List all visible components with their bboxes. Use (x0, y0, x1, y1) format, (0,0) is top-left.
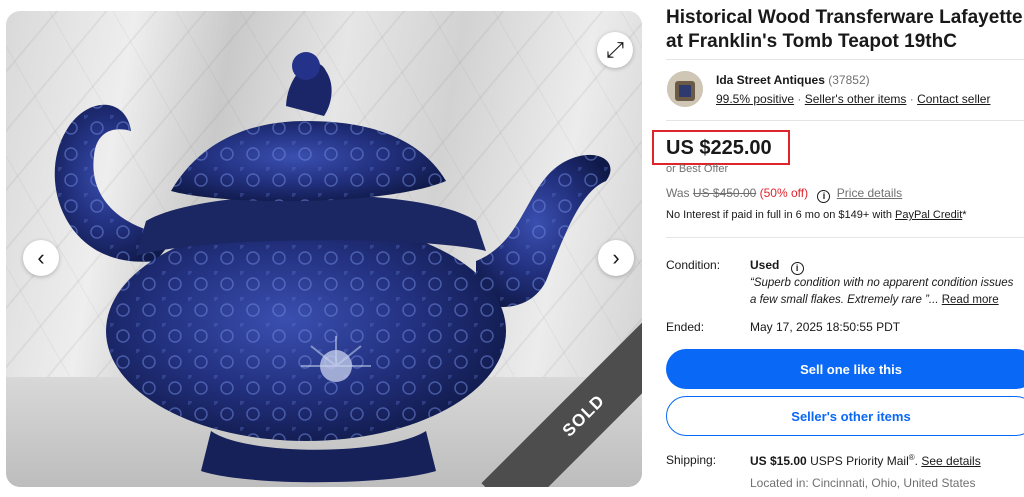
read-more-link[interactable]: Read more (942, 294, 999, 306)
seller-positive-link[interactable]: 99.5% positive (716, 92, 794, 106)
seller-name-text[interactable]: Ida Street Antiques (716, 73, 825, 87)
separator: · (797, 92, 802, 106)
condition-quote-line1: “Superb condition with no apparent condi… (750, 277, 1014, 289)
condition-label: Condition: (666, 258, 721, 272)
separator: · (909, 92, 914, 106)
item-location: Located in: Cincinnati, Ohio, United Sta… (750, 476, 976, 490)
ended-label: Ended: (666, 320, 705, 334)
next-image-button[interactable]: › (598, 240, 634, 276)
best-offer-label: or Best Offer (666, 163, 729, 175)
listing-details: Historical Wood Transferware Lafayette a… (652, 0, 1024, 497)
seller-avatar[interactable] (667, 71, 703, 107)
ended-value: May 17, 2025 18:50:55 PDT (750, 320, 901, 334)
seller-links: 99.5% positive · Seller's other items · … (716, 92, 990, 106)
shipping-see-details-link[interactable]: See details (921, 454, 980, 468)
teapot-image (54, 52, 611, 483)
current-price: US $225.00 (666, 137, 772, 159)
divider (666, 59, 1024, 60)
was-price: US $450.00 (692, 186, 757, 200)
sell-one-like-this-button[interactable]: Sell one like this (666, 349, 1024, 389)
shipping-value: US $15.00 USPS Priority Mail®. See detai… (750, 453, 981, 468)
seller-name[interactable]: Ida Street Antiques (37852) (716, 73, 870, 87)
contact-seller-link[interactable]: Contact seller (917, 92, 990, 106)
condition-description: “Superb condition with no apparent condi… (750, 275, 1024, 309)
seller-avatar-image (667, 71, 703, 107)
seller-other-items-link[interactable]: Seller's other items (805, 92, 907, 106)
shipping-price: US $15.00 (750, 454, 807, 468)
registered-mark: ® (908, 453, 915, 462)
divider (666, 237, 1024, 238)
seller-feedback-count: (37852) (828, 73, 870, 87)
condition-quote-line2: a few small flakes. Extremely rare ”... (750, 294, 939, 306)
condition-value: Used i (750, 258, 807, 275)
was-prefix: Was (666, 186, 690, 200)
shipping-label: Shipping: (666, 453, 717, 467)
condition-value-text: Used (750, 258, 780, 272)
expand-icon[interactable]: ⤢ (597, 32, 633, 68)
was-price-row: Was US $450.00 (50% off) i Price details (666, 186, 902, 203)
sellers-other-items-button[interactable]: Seller's other items (666, 396, 1024, 436)
listing-title: Historical Wood Transferware Lafayette a… (666, 7, 1023, 52)
divider (666, 120, 1024, 121)
condition-quote-line2-row: a few small flakes. Extremely rare ”... … (750, 292, 1024, 309)
paypal-credit-link[interactable]: PayPal Credit (895, 209, 962, 221)
image-gallery[interactable]: ⤢ ‹ › SOLD (6, 11, 642, 487)
financing-note: No Interest if paid in full in 6 mo on $… (666, 209, 967, 221)
info-icon[interactable]: i (790, 262, 804, 275)
previous-image-button[interactable]: ‹ (23, 240, 59, 276)
financing-text: No Interest if paid in full in 6 mo on $… (666, 209, 892, 221)
price-details-link[interactable]: Price details (837, 186, 902, 200)
financing-asterisk: * (962, 209, 967, 221)
info-icon[interactable]: i (817, 190, 831, 203)
discount-label: (50% off) (759, 186, 809, 200)
shipping-service: USPS Priority Mail (810, 454, 909, 468)
